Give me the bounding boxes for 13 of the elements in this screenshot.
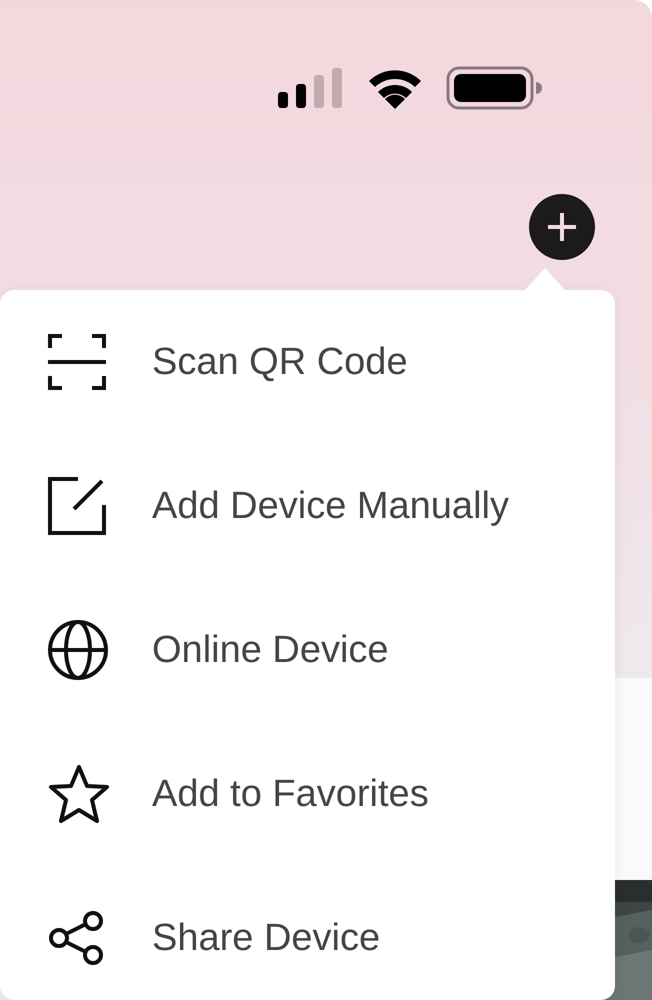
globe-icon: [48, 620, 108, 680]
battery-icon: [446, 66, 542, 110]
plus-icon: [545, 210, 579, 244]
menu-item[interactable]: Scan QR Code: [0, 290, 615, 434]
menu-item[interactable]: Online Device: [0, 578, 615, 722]
share-icon: [48, 910, 106, 966]
menu-item[interactable]: Add to Favorites: [0, 722, 615, 866]
edit-icon: [48, 477, 106, 535]
signal-icon: [278, 68, 344, 108]
scan-icon: [48, 334, 106, 390]
menu-item[interactable]: Add Device Manually: [0, 434, 615, 578]
star-icon: [48, 764, 110, 824]
menu-item[interactable]: Share Device: [0, 866, 615, 1000]
